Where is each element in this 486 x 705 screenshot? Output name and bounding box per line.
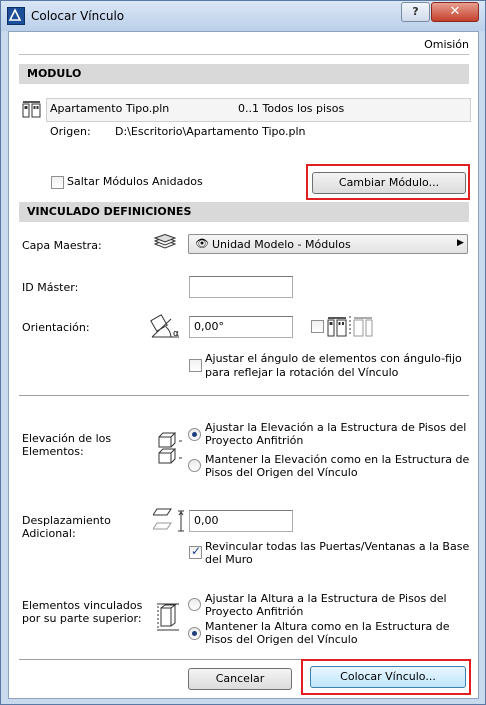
section-header-link-settings[interactable]: VINCULADO DEFINICIONES: [19, 202, 469, 222]
rotation-angle-icon: α: [149, 313, 183, 344]
offset-height-icon: [152, 505, 187, 538]
skip-nested-checkbox[interactable]: [51, 176, 64, 189]
elevation-adjust-label: Ajustar la Elevación a la Estructura de …: [205, 421, 467, 447]
master-id-label: ID Máster:: [22, 281, 79, 294]
elevation-stories-icon: [157, 429, 185, 472]
title-bar[interactable]: Colocar Vínculo ? ✕: [1, 1, 485, 31]
dialog-content: Omisión MODULO Apartamento Tipo.pln 0..1…: [8, 31, 479, 699]
orientation-label: Orientación:: [22, 321, 90, 334]
skip-nested-label: Saltar Módulos Anidados: [67, 175, 203, 188]
module-file-name: Apartamento Tipo.pln: [50, 102, 170, 115]
master-layer-value: Unidad Modelo - Módulos: [212, 238, 351, 251]
top-adjust-radio[interactable]: [188, 598, 201, 611]
master-layer-label: Capa Maestra:: [22, 239, 102, 252]
elevation-label: Elevación de los Elementos:: [22, 432, 112, 458]
help-button[interactable]: ?: [401, 2, 430, 22]
section-divider: [19, 395, 469, 396]
orientation-input[interactable]: 0,00°: [189, 316, 293, 338]
origin-label: Origen:: [50, 125, 91, 138]
omission-label[interactable]: Omisión: [399, 38, 469, 51]
mirror-icon: [327, 315, 375, 340]
adjust-angle-checkbox[interactable]: [189, 359, 202, 372]
mirror-checkbox[interactable]: [311, 320, 324, 333]
archicad-icon: [7, 7, 25, 25]
header-divider: [19, 54, 469, 55]
master-id-input[interactable]: [189, 276, 293, 298]
eye-icon: 👁: [195, 237, 209, 250]
relink-checkbox[interactable]: [189, 544, 202, 559]
top-adjust-label: Ajustar la Altura a la Estructura de Pis…: [205, 592, 447, 618]
offset-label: Desplazamiento Adicional:: [22, 514, 111, 540]
top-keep-label: Mantener la Altura como en la Estructura…: [205, 620, 450, 646]
origin-path: D:\Escritorio\Apartamento Tipo.pln: [115, 125, 306, 138]
top-linked-label: Elementos vinculados por su parte superi…: [22, 599, 143, 625]
close-button[interactable]: ✕: [431, 2, 479, 22]
elevation-keep-label: Mantener la Elevación como en la Estruct…: [205, 453, 470, 479]
top-linked-height-icon: [155, 602, 183, 635]
top-keep-radio[interactable]: [188, 627, 201, 640]
change-module-button[interactable]: Cambiar Módulo...: [312, 172, 466, 194]
module-stories: 0..1 Todos los pisos: [238, 102, 345, 115]
master-layer-dropdown[interactable]: 👁 Unidad Modelo - Módulos ▶: [188, 234, 468, 254]
elevation-adjust-radio[interactable]: [188, 428, 201, 441]
offset-input[interactable]: 0,00: [189, 510, 293, 532]
dialog-window: Colocar Vínculo ? ✕ Omisión MODULO Apart…: [0, 0, 486, 705]
layers-icon: [152, 233, 178, 255]
dropdown-arrow-icon: ▶: [457, 238, 464, 248]
place-link-button[interactable]: Colocar Vínculo...: [310, 666, 466, 688]
window-title: Colocar Vínculo: [31, 9, 125, 23]
relink-label: Revincular todas las Puertas/Ventanas a …: [205, 540, 470, 566]
cancel-button[interactable]: Cancelar: [188, 668, 292, 690]
module-file-icon: [22, 100, 42, 121]
elevation-keep-radio[interactable]: [188, 459, 201, 472]
section-header-module[interactable]: MODULO: [19, 64, 469, 84]
adjust-angle-label: Ajustar el ángulo de elementos con ángul…: [205, 352, 462, 379]
svg-text:α: α: [173, 329, 179, 339]
